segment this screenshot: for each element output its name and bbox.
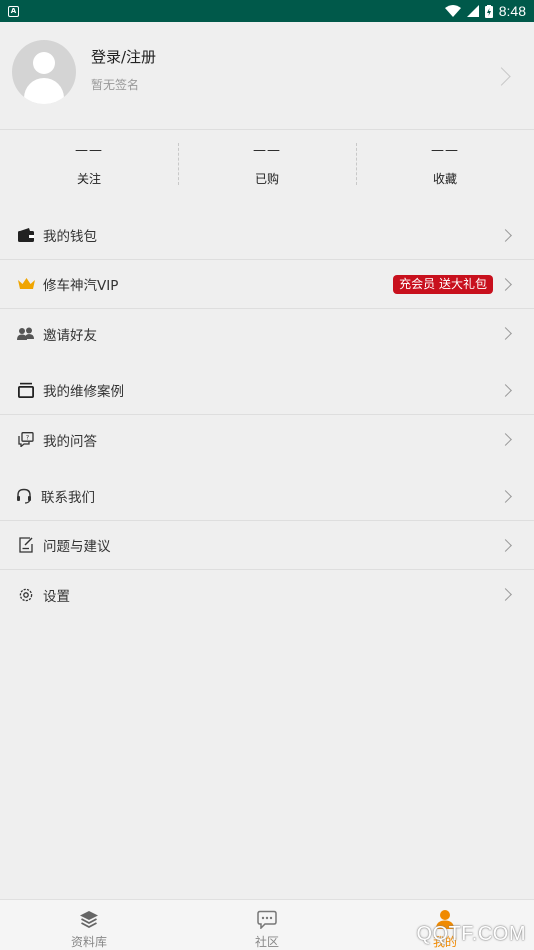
chevron-right-icon [499,278,512,291]
stat-follow[interactable]: —— 关注 [0,131,178,211]
stat-value: —— [253,143,281,158]
menu-item-invite[interactable]: 邀请好友 [0,309,534,358]
avatar[interactable] [12,40,76,104]
stat-label: 已购 [254,172,279,186]
menu-label: 我的钱包 [43,229,97,245]
stats-row: —— 关注 —— 已购 —— 收藏 [0,131,534,211]
cases-icon [17,381,35,399]
battery-icon [484,4,493,18]
menu-label: 邀请好友 [43,327,97,344]
headset-icon [15,487,33,505]
stat-label: 收藏 [432,172,457,186]
tab-community[interactable]: 社区 [178,900,356,950]
qa-icon: ? [17,431,35,449]
crown-icon [17,275,35,293]
menu-label: 我的维修案例 [43,384,124,400]
stat-favorites[interactable]: —— 收藏 [356,131,534,211]
avatar-body-shape [24,78,64,104]
menu-item-vip[interactable]: 修车神汽VIP 充会员 送大礼包 [0,260,534,309]
status-right: 8:48 [444,3,526,19]
chat-icon [257,909,277,929]
signature-text: 暂无签名 [91,78,140,92]
menu-label: 联系我们 [41,490,95,506]
menu-label: 我的问答 [43,433,97,450]
menu-label: 问题与建议 [43,539,111,555]
wifi-icon [444,5,461,17]
tab-library[interactable]: 资料库 [0,900,178,950]
menu-item-contact[interactable]: 联系我们 [0,472,534,521]
chevron-right-icon [492,67,511,86]
tab-label: 资料库 [70,935,107,949]
chevron-right-icon [499,539,512,552]
menu-label: 修车神汽VIP [43,278,119,294]
stat-label: 关注 [76,172,101,186]
stat-purchased[interactable]: —— 已购 [178,131,356,211]
feedback-icon [17,536,35,554]
gear-icon [17,586,35,604]
profile-header[interactable]: 登录/注册 暂无签名 [0,22,534,130]
menu-item-qa[interactable]: ? 我的问答 [0,415,534,464]
chevron-right-icon [499,490,512,503]
vip-promo-badge[interactable]: 充会员 送大礼包 [393,275,493,294]
status-bar: A 8:48 [0,0,534,22]
layers-icon [79,909,99,929]
stat-value: —— [75,143,103,158]
app-notification-icon: A [8,5,19,17]
chevron-right-icon [499,588,512,601]
tab-label: 社区 [254,935,279,949]
friends-icon [17,325,35,343]
menu-item-repair-cases[interactable]: 我的维修案例 [0,366,534,415]
chevron-right-icon [499,384,512,397]
menu-item-settings[interactable]: 设置 [0,570,534,619]
watermark-text: QQTF.COM [416,923,526,945]
signal-icon [466,5,479,17]
chevron-right-icon [499,433,512,446]
menu-item-feedback[interactable]: 问题与建议 [0,521,534,570]
clock: 8:48 [498,3,526,19]
wallet-icon [17,226,35,244]
menu-label: 设置 [43,588,70,605]
svg-text:?: ? [26,434,29,442]
chevron-right-icon [499,327,512,340]
stat-value: —— [431,143,459,158]
chevron-right-icon [499,229,512,242]
login-register-link[interactable]: 登录/注册 [91,46,156,67]
avatar-head-shape [33,52,55,74]
menu-item-wallet[interactable]: 我的钱包 [0,211,534,260]
